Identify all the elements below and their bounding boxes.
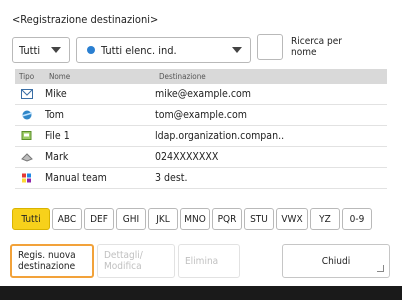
tab-vwx[interactable]: VWX [276,208,308,230]
list-item[interactable]: Manual team 3 dest. [15,168,387,189]
address-book-dropdown[interactable]: Tutti elenc. ind. [76,37,251,63]
search-by-name-box [257,34,283,60]
tab-mno[interactable]: MNO [180,208,210,230]
delete-label: Elimina [185,255,219,267]
tab-0-9[interactable]: 0-9 [342,208,372,230]
row-destination: 024XXXXXXX [155,151,219,163]
row-name: Tom [45,109,64,121]
list-item[interactable]: Tom tom@example.com [15,105,387,126]
tab-ghi[interactable]: GHI [116,208,146,230]
row-name: Mark [45,151,69,163]
header-name: Nome [49,72,71,81]
chevron-down-icon [232,47,242,53]
search-by-name-label: Ricerca per nome [291,36,342,58]
search-label-line1: Ricerca per [291,36,342,47]
file-server-icon [15,131,39,141]
group-icon [15,173,39,183]
row-destination: 3 dest. [155,172,188,184]
close-button[interactable]: Chiudi [282,244,390,278]
tab-yz[interactable]: YZ [310,208,340,230]
alphabet-index-tabs: Tutti ABC DEF GHI JKL MNO PQR STU VWX YZ… [12,208,372,230]
details-label-line1: Dettagli/ [104,250,143,261]
tab-abc[interactable]: ABC [52,208,82,230]
address-book-dropdown-value: Tutti elenc. ind. [101,43,177,57]
chevron-down-icon [51,47,61,53]
list-item[interactable]: Mike mike@example.com [15,84,387,105]
register-new-destination-button[interactable]: Regis. nuova destinazione [10,244,94,278]
tab-def[interactable]: DEF [84,208,114,230]
enter-icon [377,265,384,272]
delete-button[interactable]: Elimina [178,244,240,278]
search-by-name-button[interactable]: Ricerca per nome [257,33,389,61]
tab-jkl[interactable]: JKL [148,208,178,230]
close-label: Chiudi [321,255,351,267]
tab-pqr[interactable]: PQR [212,208,242,230]
filter-dropdown[interactable]: Tutti [12,37,70,63]
row-destination: ldap.organization.compan.. [155,130,285,142]
details-edit-button[interactable]: Dettagli/ Modifica [97,244,175,278]
address-book-icon [87,46,95,54]
ifax-icon [15,110,39,120]
row-name: File 1 [45,130,70,142]
status-bar [0,286,402,300]
search-label-line2: nome [291,47,317,58]
fax-icon [15,152,39,162]
list-header: Tipo Nome Destinazione [15,69,387,84]
list-item[interactable]: Mark 024XXXXXXX [15,147,387,168]
register-button-label: Regis. nuova destinazione [18,250,76,272]
destination-list: Tipo Nome Destinazione Mike mike@example… [15,69,387,205]
page-title: <Registrazione destinazioni> [12,13,159,26]
register-label-line1: Regis. nuova [18,250,76,261]
header-destination: Destinazione [159,72,206,81]
tab-stu[interactable]: STU [244,208,274,230]
email-icon [15,89,39,99]
header-type: Tipo [19,72,35,81]
details-label-line2: Modifica [104,261,142,272]
register-label-line2: destinazione [18,261,76,272]
row-destination: tom@example.com [155,109,247,121]
row-name: Mike [45,88,67,100]
list-item[interactable]: File 1 ldap.organization.compan.. [15,126,387,147]
row-name: Manual team [45,172,107,184]
tab-all[interactable]: Tutti [12,208,50,230]
row-destination: mike@example.com [155,88,252,100]
details-button-label: Dettagli/ Modifica [104,250,143,272]
filter-dropdown-value: Tutti [19,43,41,57]
